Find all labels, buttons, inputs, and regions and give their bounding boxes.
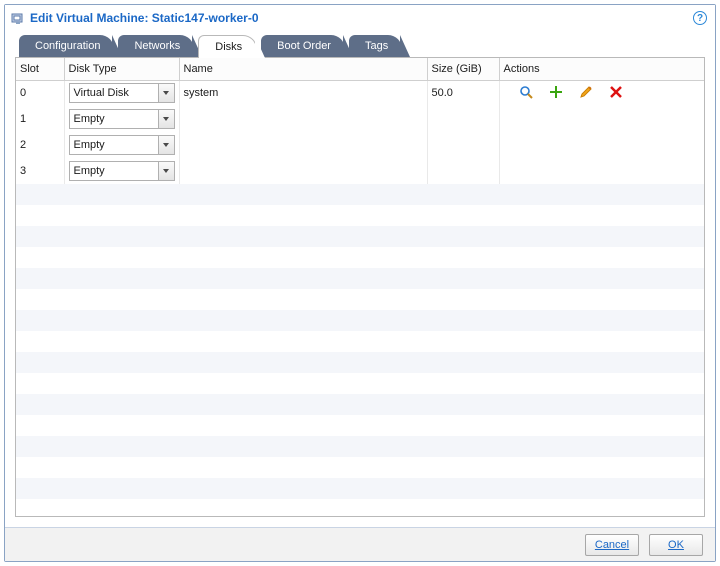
col-name[interactable]: Name (179, 58, 427, 80)
dialog-content: Configuration Networks Disks Boot Order … (5, 31, 715, 517)
tab-boot-order[interactable]: Boot Order (261, 35, 345, 57)
tab-label: Boot Order (277, 40, 331, 52)
cell-disk-type: Empty (64, 132, 179, 158)
cell-name (179, 158, 427, 184)
cell-slot: 0 (16, 80, 64, 106)
col-actions[interactable]: Actions (499, 58, 704, 80)
cell-slot: 3 (16, 158, 64, 184)
empty-rows-fill (16, 184, 704, 516)
cell-actions (499, 80, 704, 106)
col-disk-type[interactable]: Disk Type (64, 58, 179, 80)
cell-name (179, 132, 427, 158)
col-slot[interactable]: Slot (16, 58, 64, 80)
cell-size: 50.0 (427, 80, 499, 106)
delete-icon[interactable] (608, 84, 624, 100)
view-icon[interactable] (518, 84, 534, 100)
cell-actions (499, 158, 704, 184)
tab-label: Configuration (35, 40, 100, 52)
col-size[interactable]: Size (GiB) (427, 58, 499, 80)
table-row[interactable]: 1 Empty (16, 106, 704, 132)
tab-label: Disks (215, 41, 242, 53)
disks-grid: Slot Disk Type Name Size (GiB) Actions 0… (15, 57, 705, 517)
cell-slot: 2 (16, 132, 64, 158)
add-icon[interactable] (548, 84, 564, 100)
disks-table: Slot Disk Type Name Size (GiB) Actions 0… (16, 58, 704, 184)
cell-size (427, 158, 499, 184)
disk-type-select[interactable]: Empty (69, 161, 175, 181)
cell-size (427, 132, 499, 158)
edit-vm-dialog: Edit Virtual Machine: Static147-worker-0… (4, 4, 716, 562)
dialog-title: Edit Virtual Machine: Static147-worker-0 (30, 11, 259, 25)
cell-name: system (179, 80, 427, 106)
table-row[interactable]: 2 Empty (16, 132, 704, 158)
ok-button[interactable]: OK (649, 534, 703, 556)
cancel-button[interactable]: Cancel (585, 534, 639, 556)
edit-icon[interactable] (578, 84, 594, 100)
table-row[interactable]: 3 Empty (16, 158, 704, 184)
cell-size (427, 106, 499, 132)
cell-name (179, 106, 427, 132)
tab-configuration[interactable]: Configuration (19, 35, 114, 57)
titlebar: Edit Virtual Machine: Static147-worker-0… (5, 5, 715, 31)
tab-label: Networks (134, 40, 180, 52)
cell-disk-type: Virtual Disk (64, 80, 179, 106)
help-icon[interactable]: ? (693, 11, 707, 25)
disk-type-value: Empty (74, 113, 105, 125)
disk-type-value: Empty (74, 165, 105, 177)
table-header-row: Slot Disk Type Name Size (GiB) Actions (16, 58, 704, 80)
table-row[interactable]: 0 Virtual Disk system 50.0 (16, 80, 704, 106)
disk-type-select[interactable]: Empty (69, 109, 175, 129)
disk-type-select[interactable]: Virtual Disk (69, 83, 175, 103)
cell-disk-type: Empty (64, 158, 179, 184)
chevron-down-icon (158, 110, 174, 128)
cell-actions (499, 132, 704, 158)
chevron-down-icon (158, 84, 174, 102)
tabs: Configuration Networks Disks Boot Order … (15, 35, 705, 57)
cell-actions (499, 106, 704, 132)
cell-disk-type: Empty (64, 106, 179, 132)
dialog-footer: Cancel OK (5, 527, 715, 561)
disk-type-value: Virtual Disk (74, 87, 129, 99)
tab-tags[interactable]: Tags (349, 35, 402, 57)
disk-type-value: Empty (74, 139, 105, 151)
chevron-down-icon (158, 136, 174, 154)
tab-networks[interactable]: Networks (118, 35, 194, 57)
chevron-down-icon (158, 162, 174, 180)
tab-disks[interactable]: Disks (198, 35, 257, 58)
vm-icon (11, 11, 25, 25)
tab-label: Tags (365, 40, 388, 52)
cell-slot: 1 (16, 106, 64, 132)
disk-type-select[interactable]: Empty (69, 135, 175, 155)
